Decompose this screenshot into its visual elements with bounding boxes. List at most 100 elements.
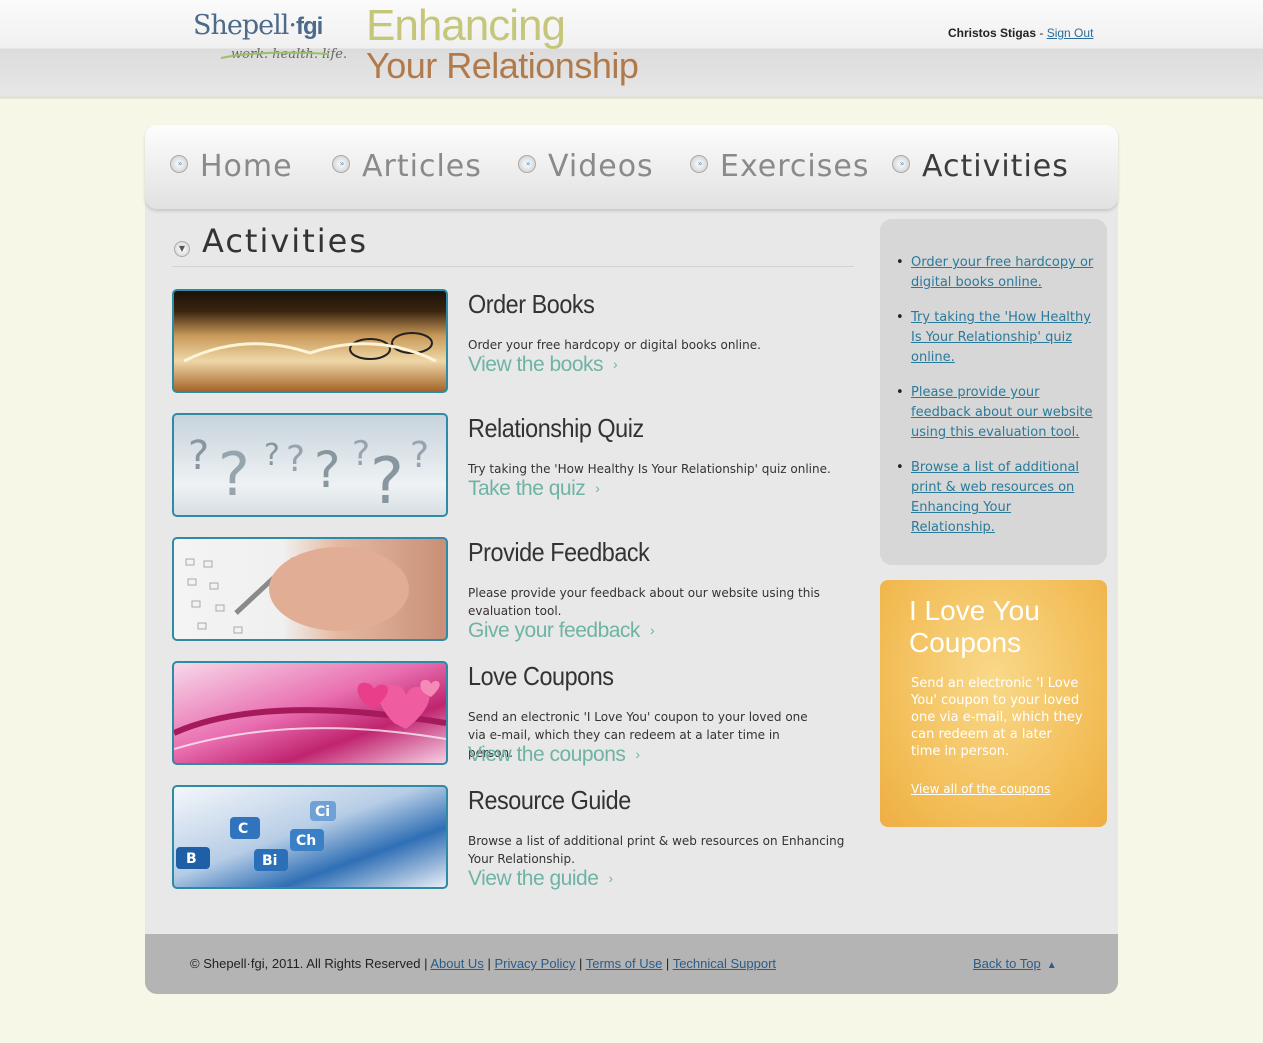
user-area: Christos Stigas - Sign Out [948,26,1093,40]
sign-out-link[interactable]: Sign Out [1047,26,1094,40]
coupons-thumbnail[interactable] [172,661,448,765]
link-label: View the coupons [468,743,626,766]
sidebar-link-order-books[interactable]: Order your free hardcopy or digital book… [911,255,1093,290]
activity-item-provide-feedback: Provide Feedback Please provide your fee… [172,537,862,643]
nav-label: Home [200,149,293,184]
double-chevron-icon: » [332,154,350,173]
double-chevron-icon: » [690,154,708,173]
link-label: Take the quiz [468,477,586,500]
privacy-policy-link[interactable]: Privacy Policy [494,956,575,971]
link-label: View the books [468,353,604,376]
svg-text:C: C [238,821,248,837]
view-all-coupons-link[interactable]: View all of the coupons [911,782,1050,796]
copyright-text: © Shepell·fgi, 2011. All Rights Reserved… [190,956,431,971]
nav-item-articles[interactable]: » Articles [332,149,482,189]
link-label: Give your feedback [468,619,640,642]
view-guide-link[interactable]: View the guide › [468,867,613,891]
pen-form-icon [185,547,409,634]
svg-text:Ci: Ci [315,804,330,820]
double-chevron-icon: » [170,154,188,173]
chevron-right-icon: › [608,870,613,886]
site-title-line1: Enhancing [366,1,566,50]
activity-item-relationship-quiz: ? ? ? ? ? ? ? ? Relationship Quiz Try ta… [172,413,862,517]
file-tabs-icon: B Bi C Ch Ci [176,801,336,871]
sidebar-link-feedback[interactable]: Please provide your feedback about our w… [911,385,1093,440]
svg-text:?: ? [370,445,404,515]
chevron-right-icon: › [613,356,618,372]
nav-item-exercises[interactable]: » Exercises [690,149,869,189]
footer-separator: | [483,956,495,971]
svg-text:Ch: Ch [296,833,316,849]
promo-title: I Love You Coupons [909,595,1040,658]
terms-of-use-link[interactable]: Terms of Use [586,956,663,971]
item-description: Please provide your feedback about our w… [468,586,820,618]
sidebar-links-box: Order your free hardcopy or digital book… [880,219,1107,565]
site-title: Enhancing Your Relationship [366,1,639,86]
shepell-fgi-logo[interactable]: Shepell·fgi work. health. life. [193,10,347,62]
page-title: Activities [202,222,368,260]
logo-wordmark: Shepell·fgi [193,10,347,41]
footer: © Shepell·fgi, 2011. All Rights Reserved… [145,934,1118,994]
double-chevron-icon: » [518,154,536,173]
sidebar-link-list: Order your free hardcopy or digital book… [896,253,1096,553]
view-books-link[interactable]: View the books › [468,353,618,377]
promo-text: Send an electronic 'I Love You' coupon t… [911,676,1083,759]
question-marks-icon: ? ? ? ? ? ? ? ? [188,433,429,515]
header-bar: Shepell·fgi work. health. life. Enhancin… [0,0,1263,99]
guide-thumbnail[interactable]: B Bi C Ch Ci [172,785,448,889]
glasses-icon [183,332,437,363]
take-quiz-link[interactable]: Take the quiz › [468,477,600,501]
item-description: Order your free hardcopy or digital book… [468,338,761,352]
link-label: View the guide [468,867,599,890]
chevron-right-icon: › [595,480,600,496]
give-feedback-link[interactable]: Give your feedback › [468,619,655,643]
logo-swoosh-icon [220,51,330,59]
svg-text:?: ? [352,434,370,474]
technical-support-link[interactable]: Technical Support [673,956,776,971]
svg-text:?: ? [286,439,305,480]
activity-item-resource-guide: B Bi C Ch Ci Resource Guide Browse a lis… [172,785,862,891]
footer-separator: | [575,956,586,971]
chevron-right-icon: › [635,746,640,762]
nav-item-activities[interactable]: » Activities [892,149,1069,189]
list-item: Try taking the 'How Healthy Is Your Rela… [896,308,1096,368]
view-coupons-link[interactable]: View the coupons › [468,743,640,767]
hearts-icon [174,679,446,750]
double-chevron-icon: » [892,154,910,173]
back-to-top[interactable]: Back to Top ▲ [973,956,1057,971]
nav-item-home[interactable]: » Home [170,149,293,189]
activity-item-love-coupons: Love Coupons Send an electronic 'I Love … [172,661,862,767]
list-item: Order your free hardcopy or digital book… [896,253,1096,293]
item-title: Provide Feedback [468,537,650,567]
svg-text:?: ? [188,433,209,479]
footer-links: © Shepell·fgi, 2011. All Rights Reserved… [190,956,776,971]
svg-text:?: ? [264,438,280,473]
svg-text:?: ? [218,440,250,510]
svg-text:B: B [186,851,197,867]
site-title-line2: Your Relationship [366,45,639,86]
list-item: Browse a list of additional print & web … [896,458,1096,538]
item-description: Try taking the 'How Healthy Is Your Rela… [468,462,831,476]
about-us-link[interactable]: About Us [430,956,483,971]
logo-text: Shepell· [193,10,297,41]
chevron-down-icon: ▼ [174,241,190,257]
sidebar-link-quiz[interactable]: Try taking the 'How Healthy Is Your Rela… [911,310,1091,365]
books-thumbnail[interactable] [172,289,448,393]
activity-item-order-books: Order Books Order your free hardcopy or … [172,289,862,393]
nav-label: Exercises [720,149,870,184]
back-to-top-link[interactable]: Back to Top [973,956,1041,971]
quiz-thumbnail[interactable]: ? ? ? ? ? ? ? ? [172,413,448,517]
item-title: Order Books [468,289,595,319]
item-title: Love Coupons [468,661,614,691]
item-title: Relationship Quiz [468,413,644,443]
item-description: Browse a list of additional print & web … [468,834,845,866]
chevron-up-icon: ▲ [1046,960,1057,971]
list-item: Please provide your feedback about our w… [896,383,1096,443]
nav-item-videos[interactable]: » Videos [518,149,654,189]
sidebar-link-resources[interactable]: Browse a list of additional print & web … [911,460,1079,535]
user-name: Christos Stigas [948,26,1037,40]
footer-separator: | [662,956,673,971]
svg-text:Bi: Bi [262,853,277,869]
main-nav: » Home » Articles » Videos » Exercises » Acti… [145,125,1118,209]
feedback-thumbnail[interactable] [172,537,448,641]
